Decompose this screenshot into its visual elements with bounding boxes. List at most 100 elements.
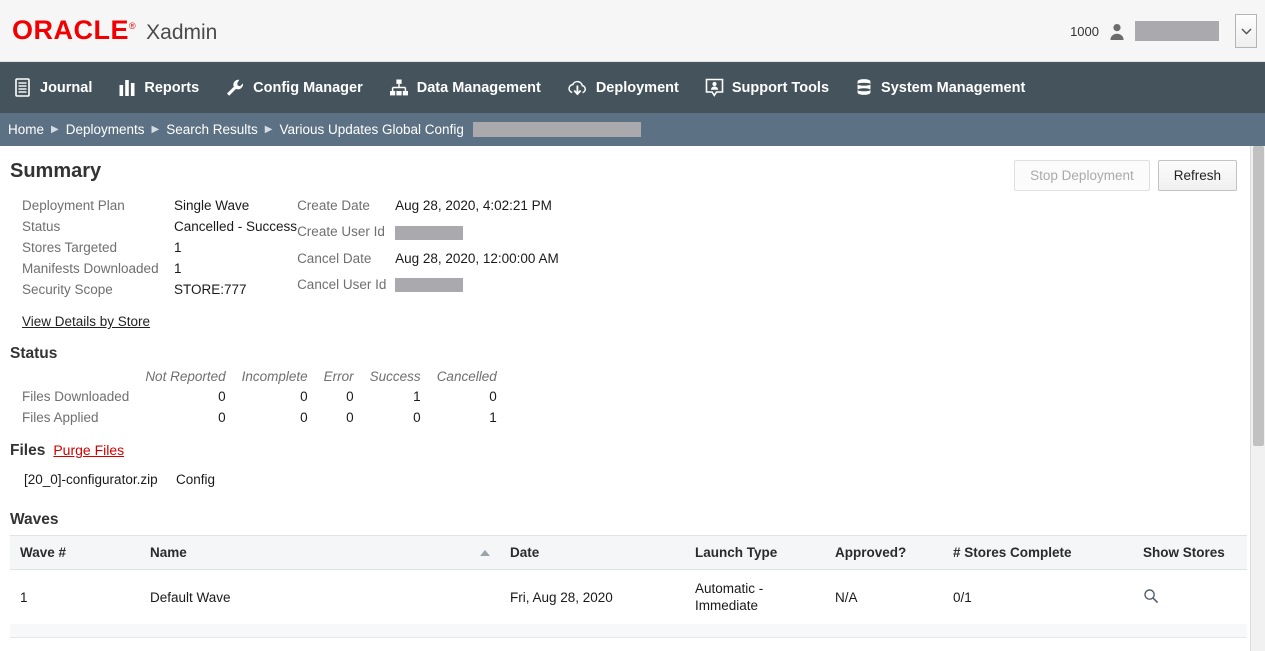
nav-item-journal[interactable]: Journal — [14, 78, 92, 98]
nav-label-data-management: Data Management — [417, 80, 541, 96]
breadcrumb: Home ▶ Deployments ▶ Search Results ▶ Va… — [0, 113, 1265, 146]
file-type: Config — [176, 472, 215, 487]
vertical-scrollbar[interactable] — [1250, 146, 1265, 651]
header-user-area: 1000 — [1070, 0, 1257, 62]
nav-item-reports[interactable]: Reports — [118, 78, 199, 98]
field-value-status: Cancelled - Success — [174, 216, 297, 237]
brand: ORACLE® Xadmin — [0, 17, 217, 45]
scrollbar-thumb[interactable] — [1253, 146, 1264, 446]
field-value-security-scope: STORE:777 — [174, 279, 297, 300]
waves-table: Wave # Name Date Launch Type Approved? #… — [10, 535, 1247, 624]
summary-fields: Deployment Plan Single Wave Status Cance… — [22, 195, 1255, 300]
field-label-deployment-plan: Deployment Plan — [22, 195, 174, 216]
oracle-logo: ORACLE® — [12, 17, 136, 44]
breadcrumb-item-current: Various Updates Global Config — [279, 122, 463, 137]
waves-col-date[interactable]: Date — [500, 536, 685, 570]
main-content: Summary Stop Deployment Refresh Deployme… — [0, 146, 1265, 651]
nav-item-data-management[interactable]: Data Management — [389, 78, 541, 98]
summary-header: Summary Stop Deployment Refresh — [10, 146, 1255, 193]
nav-label-journal: Journal — [40, 80, 92, 96]
view-details-by-store-link[interactable]: View Details by Store — [22, 314, 150, 329]
field-value-stores-targeted: 1 — [174, 237, 297, 258]
nav-label-deployment: Deployment — [596, 80, 679, 96]
chevron-down-icon — [1241, 22, 1252, 40]
breadcrumb-item-deployments[interactable]: Deployments — [66, 122, 145, 137]
waves-col-stores-complete[interactable]: # Stores Complete — [943, 536, 1133, 570]
nav-item-config-manager[interactable]: Config Manager — [225, 78, 363, 98]
nav-item-system-management[interactable]: System Management — [855, 78, 1025, 98]
create-user-id-redacted — [395, 226, 463, 240]
bar-chart-icon — [118, 78, 136, 98]
purge-files-link[interactable]: Purge Files — [53, 442, 124, 458]
status-cell: 0 — [316, 407, 362, 428]
cell-launch-type: Automatic - Immediate — [685, 570, 825, 625]
nav-label-config-manager: Config Manager — [253, 80, 363, 96]
cell-wave-number: 1 — [10, 570, 140, 625]
field-value-cancel-user-id — [395, 274, 559, 300]
status-cell: 1 — [429, 407, 505, 428]
breadcrumb-item-search-results[interactable]: Search Results — [166, 122, 258, 137]
field-label-create-user-id: Create User Id — [297, 221, 395, 247]
status-cell: 0 — [316, 386, 362, 407]
nav-label-reports: Reports — [144, 80, 199, 96]
waves-col-name[interactable]: Name — [140, 536, 500, 570]
field-label-status: Status — [22, 216, 174, 237]
cell-wave-name: Default Wave — [140, 570, 500, 625]
breadcrumb-separator-icon: ▶ — [265, 124, 273, 135]
app-header: ORACLE® Xadmin 1000 — [0, 0, 1265, 62]
nav-label-support-tools: Support Tools — [732, 80, 829, 96]
cell-stores-complete: 0/1 — [943, 570, 1133, 625]
field-label-stores-targeted: Stores Targeted — [22, 237, 174, 258]
summary-fields-right: Create Date Aug 28, 2020, 4:02:21 PM Cre… — [297, 195, 559, 300]
main-navigation: Journal Reports Config Manager — [0, 62, 1265, 113]
status-cell: 0 — [137, 386, 233, 407]
status-col-success: Success — [362, 369, 429, 386]
user-icon — [1109, 23, 1125, 40]
search-icon[interactable] — [1143, 592, 1159, 607]
status-cell: 0 — [234, 407, 316, 428]
table-row[interactable]: 1 Default Wave Fri, Aug 28, 2020 Automat… — [10, 570, 1247, 625]
sort-ascending-icon — [480, 550, 490, 556]
files-section-header: Files Purge Files — [10, 428, 1255, 466]
file-list-item: [20_0]-configurator.zip Config — [24, 472, 1255, 487]
field-value-create-date: Aug 28, 2020, 4:02:21 PM — [395, 195, 559, 221]
field-label-security-scope: Security Scope — [22, 279, 174, 300]
stop-deployment-button[interactable]: Stop Deployment — [1014, 160, 1150, 191]
refresh-button[interactable]: Refresh — [1158, 160, 1237, 191]
status-col-error: Error — [316, 369, 362, 386]
status-col-blank — [22, 369, 137, 386]
field-value-deployment-plan: Single Wave — [174, 195, 297, 216]
waves-col-wave-number[interactable]: Wave # — [10, 536, 140, 570]
summary-fields-left: Deployment Plan Single Wave Status Cance… — [22, 195, 297, 300]
waves-header-row: Wave # Name Date Launch Type Approved? #… — [10, 536, 1247, 570]
waves-col-approved[interactable]: Approved? — [825, 536, 943, 570]
status-cell: 0 — [429, 386, 505, 407]
status-section-title: Status — [10, 345, 1255, 363]
cell-approved: N/A — [825, 570, 943, 625]
nav-item-deployment[interactable]: Deployment — [567, 78, 679, 98]
summary-actions: Stop Deployment Refresh — [1014, 160, 1237, 191]
status-col-incomplete: Incomplete — [234, 369, 316, 386]
nav-item-support-tools[interactable]: Support Tools — [705, 78, 829, 98]
oracle-logo-text: ORACLE — [12, 15, 129, 45]
header-dropdown-button[interactable] — [1235, 14, 1257, 48]
journal-icon — [14, 78, 32, 98]
waves-col-name-label: Name — [150, 545, 187, 560]
database-icon — [855, 78, 873, 98]
status-row-label-files-downloaded: Files Downloaded — [22, 386, 137, 407]
breadcrumb-redacted — [473, 122, 641, 137]
nav-label-system-management: System Management — [881, 80, 1025, 96]
status-row-label-files-applied: Files Applied — [22, 407, 137, 428]
waves-col-show-stores[interactable]: Show Stores — [1133, 536, 1247, 570]
cloud-download-icon — [567, 78, 588, 98]
status-cell: 0 — [362, 407, 429, 428]
status-col-cancelled: Cancelled — [429, 369, 505, 386]
user-name-redacted — [1135, 21, 1219, 41]
status-col-not-reported: Not Reported — [137, 369, 233, 386]
waves-col-launch-type[interactable]: Launch Type — [685, 536, 825, 570]
cell-show-stores[interactable] — [1133, 570, 1247, 625]
status-cell: 0 — [234, 386, 316, 407]
waves-section-title: Waves — [10, 511, 1255, 529]
field-label-create-date: Create Date — [297, 195, 395, 221]
breadcrumb-item-home[interactable]: Home — [8, 122, 44, 137]
